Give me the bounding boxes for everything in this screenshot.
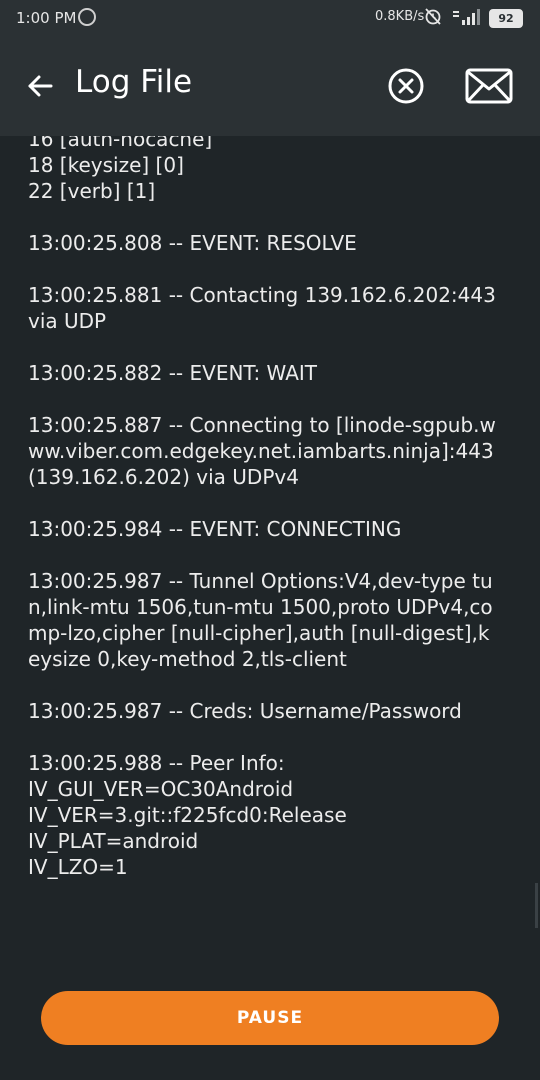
circle-x-icon [388, 68, 424, 104]
log-line: IV_PLAT=android [28, 829, 199, 853]
log-line: 13:00:25.988 -- Peer Info: [28, 751, 285, 775]
log-line: IV_GUI_VER=OC30Android [28, 777, 294, 801]
envelope-icon [465, 68, 513, 104]
log-spacer [28, 542, 498, 568]
log-spacer [28, 386, 498, 412]
pause-button[interactable]: PAUSE [41, 991, 499, 1045]
battery-level: 92 [489, 9, 523, 28]
log-spacer [28, 724, 498, 750]
sync-icon [78, 8, 96, 26]
alarm-off-icon [425, 8, 441, 25]
screen: 1:00 PM 0.8KB/s 92 Log File 16 [auth-noc… [0, 0, 540, 1080]
log-line: 13:00:25.887 -- Connecting to [linode-sg… [28, 413, 501, 489]
log-line: 13:00:25.808 -- EVENT: RESOLVE [28, 231, 357, 255]
log-spacer [28, 334, 498, 360]
status-bar: 1:00 PM 0.8KB/s 92 [0, 0, 540, 36]
log-spacer [28, 256, 498, 282]
app-bar: Log File [0, 36, 540, 136]
send-log-button[interactable] [464, 64, 514, 108]
log-line: 13:00:25.987 -- Creds: Username/Password [28, 699, 462, 723]
page-title: Log File [75, 64, 193, 100]
log-spacer [28, 672, 498, 698]
arrow-left-icon [28, 75, 53, 97]
log-line: IV_VER=3.git::f225fcd0:Release [28, 803, 347, 827]
log-line: 13:00:25.881 -- Contacting 139.162.6.202… [28, 283, 503, 333]
log-view[interactable]: 16 [auth-nocache] 18 [keysize] [0] 22 [ver… [0, 136, 540, 976]
log-content: 16 [auth-nocache] 18 [keysize] [0] 22 [ver… [28, 136, 498, 880]
status-time: 1:00 PM [16, 9, 77, 27]
signal-icon [453, 9, 480, 25]
clear-log-button[interactable] [386, 66, 426, 106]
log-line: 13:00:25.882 -- EVENT: WAIT [28, 361, 318, 385]
log-line: IV_LZO=1 [28, 855, 128, 879]
log-spacer [28, 204, 498, 230]
log-line: 22 [verb] [1] [28, 179, 156, 203]
log-line: 13:00:25.984 -- EVENT: CONNECTING [28, 517, 402, 541]
log-spacer [28, 490, 498, 516]
log-line: 18 [keysize] [0] [28, 153, 184, 177]
network-speed: 0.8KB/s [375, 9, 425, 24]
log-line: 16 [auth-nocache] [28, 136, 213, 151]
scrollbar[interactable] [535, 883, 538, 928]
back-button[interactable] [20, 66, 60, 106]
log-line: 13:00:25.987 -- Tunnel Options:V4,dev-ty… [28, 569, 493, 671]
